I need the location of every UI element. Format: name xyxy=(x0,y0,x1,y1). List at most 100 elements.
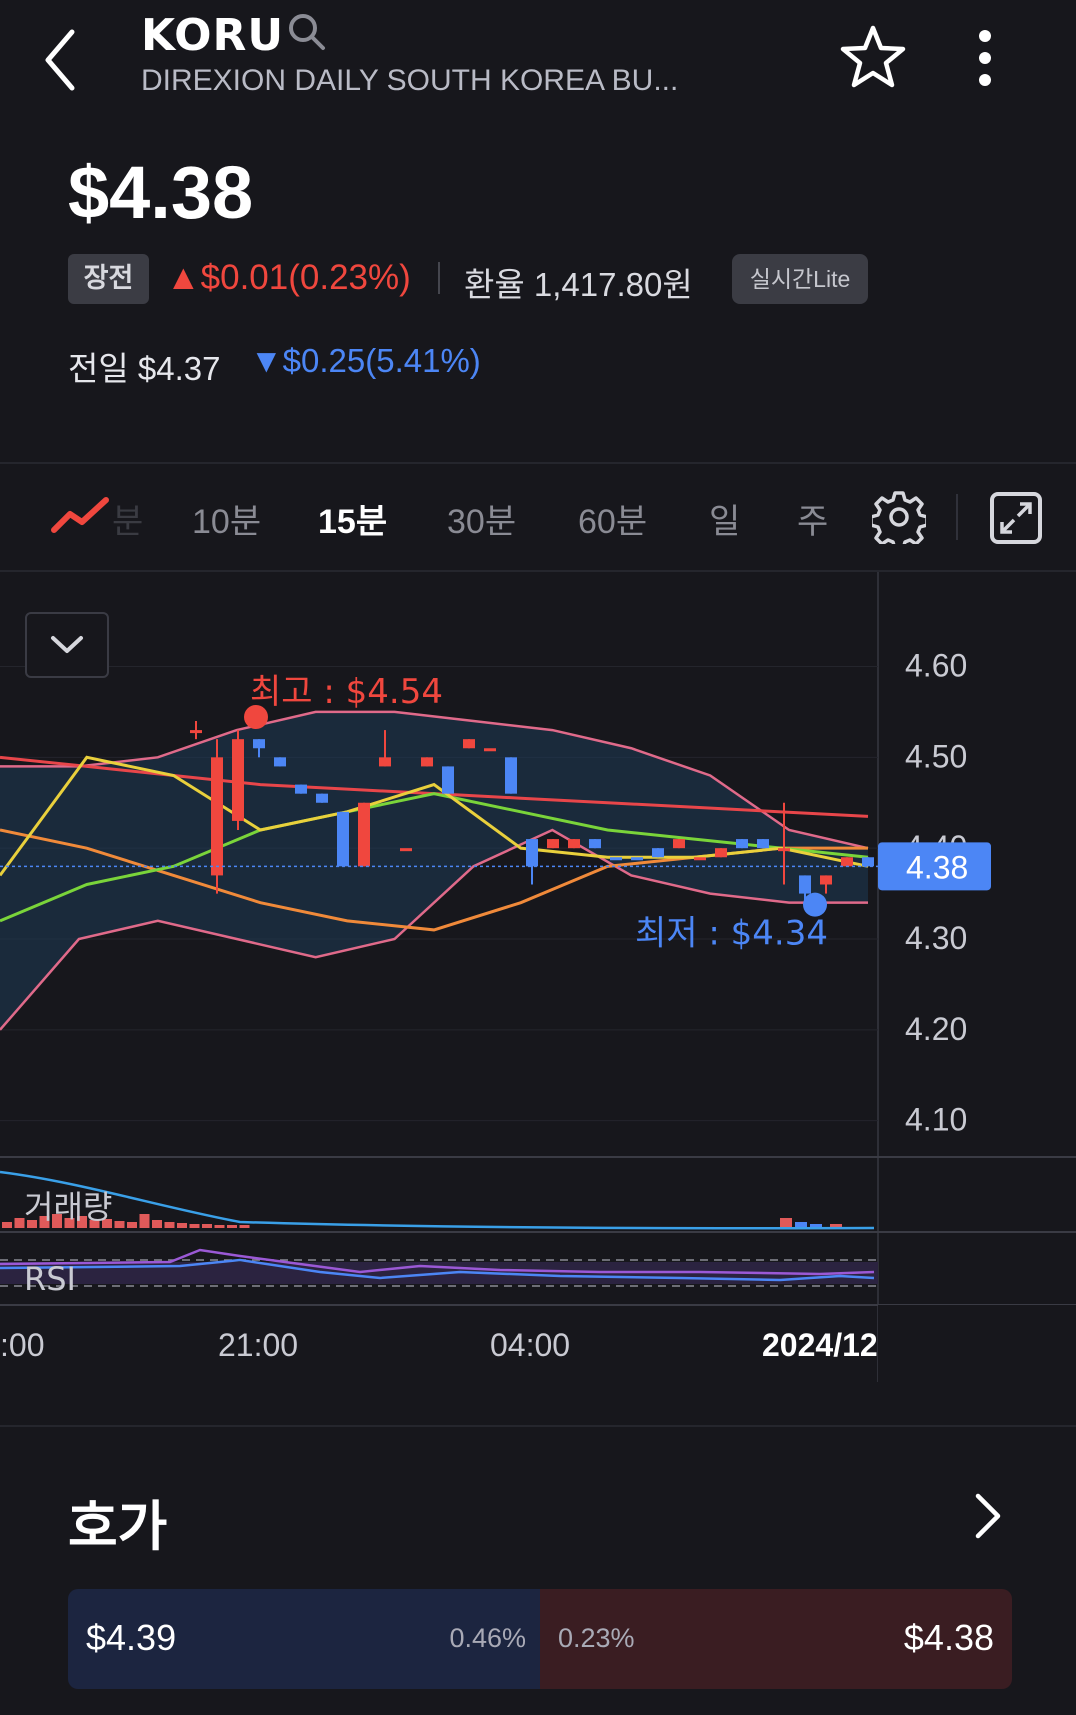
previous-change: ▼$0.25(5.41%) xyxy=(250,342,481,379)
candle-body xyxy=(463,739,475,749)
chevron-down-icon xyxy=(51,636,83,653)
x-tick-label: 2024/12 xyxy=(762,1327,878,1363)
more-vertical-icon xyxy=(979,30,991,86)
bid-side: 0.23% $4.38 xyxy=(540,1589,1012,1689)
x-axis-mask xyxy=(878,1305,1076,1382)
high-label: 최고 : $4.54 xyxy=(250,672,443,712)
candle-body xyxy=(211,757,223,876)
more-options-button[interactable] xyxy=(970,28,1000,88)
candle-body xyxy=(778,848,790,852)
candle-body xyxy=(232,739,244,821)
price-chart[interactable]: 4.604.504.404.304.204.104.38 거래량 RSI :00… xyxy=(0,572,1076,1382)
volume-bar xyxy=(139,1214,150,1228)
candle-body xyxy=(484,748,496,752)
line-chart-icon xyxy=(51,497,109,533)
candle-body xyxy=(547,839,559,849)
candle-body xyxy=(862,857,874,867)
realtime-badge[interactable]: 실시간Lite xyxy=(732,254,868,304)
candle-body xyxy=(190,730,202,734)
back-arrow-icon xyxy=(45,29,75,91)
x-tick-label: :00 xyxy=(0,1327,44,1363)
search-icon[interactable] xyxy=(287,12,327,52)
volume-bar xyxy=(202,1224,212,1228)
candle-body xyxy=(379,757,391,767)
orderbook-bar[interactable]: $4.39 0.46% 0.23% $4.38 xyxy=(68,1589,1012,1689)
rsi-label: RSI xyxy=(24,1260,76,1298)
star-icon xyxy=(840,25,906,88)
divider xyxy=(438,262,440,294)
tabbar-divider xyxy=(956,494,958,540)
tab-week[interactable]: 주 xyxy=(797,494,828,543)
candle-body xyxy=(400,848,412,852)
favorite-button[interactable] xyxy=(838,24,908,90)
candle-body xyxy=(589,839,601,849)
x-tick-label: 21:00 xyxy=(218,1327,298,1363)
current-price-label: 4.38 xyxy=(906,849,968,885)
volume-bar xyxy=(127,1222,137,1228)
low-label: 최저 : $4.34 xyxy=(635,914,828,954)
tab-partial[interactable]: 분 xyxy=(112,494,143,543)
candle-body xyxy=(442,766,454,794)
chart-type-button[interactable] xyxy=(50,492,112,536)
gear-icon xyxy=(869,491,929,551)
session-badge: 장전 xyxy=(68,254,149,304)
tab-10min[interactable]: 10분 xyxy=(192,494,261,543)
volume-bar xyxy=(189,1224,200,1228)
ask-percent: 0.46% xyxy=(449,1623,526,1653)
chevron-right-icon xyxy=(975,1493,1001,1539)
chart-settings-button[interactable] xyxy=(869,490,929,551)
back-button[interactable] xyxy=(40,28,90,92)
fullscreen-button[interactable] xyxy=(990,492,1042,544)
candle-body xyxy=(253,739,265,749)
volume-bar xyxy=(227,1225,237,1228)
exchange-rate: 환율 1,417.80원 xyxy=(464,266,693,303)
interval-tabbar: 분 10분 15분 30분 60분 일 주 xyxy=(0,462,1076,572)
candle-body xyxy=(337,811,349,867)
volume-bar xyxy=(2,1222,12,1228)
ticker-symbol: KORU xyxy=(141,10,285,61)
ask-price: $4.39 xyxy=(86,1617,177,1658)
volume-bar xyxy=(14,1218,25,1228)
volume-bar xyxy=(164,1222,175,1228)
y-tick-label: 4.50 xyxy=(905,738,967,774)
candle-body xyxy=(715,848,727,858)
candle-body xyxy=(295,784,307,794)
indicator-toggle-button[interactable] xyxy=(25,612,109,678)
orderbook-title[interactable]: 호가 xyxy=(68,1482,167,1561)
volume-bar xyxy=(114,1221,125,1228)
expand-icon xyxy=(1000,502,1032,534)
candle-body xyxy=(568,839,580,849)
candle-body xyxy=(421,757,433,767)
candle-body xyxy=(694,857,706,861)
volume-bar xyxy=(177,1223,187,1228)
tab-day[interactable]: 일 xyxy=(709,494,740,543)
candle-body xyxy=(631,857,643,861)
y-tick-label: 4.20 xyxy=(905,1011,967,1047)
volume-ma-line xyxy=(0,1170,875,1230)
candle-body xyxy=(526,839,538,867)
candle-body xyxy=(358,802,370,867)
section-divider xyxy=(0,1425,1076,1427)
tab-30min[interactable]: 30분 xyxy=(447,494,516,543)
candle-body xyxy=(505,757,517,794)
tab-60min[interactable]: 60분 xyxy=(578,494,647,543)
chart-canvas[interactable]: 4.604.504.404.304.204.104.38 거래량 RSI :00… xyxy=(0,572,1076,1382)
app-header: KORU DIREXION DAILY SOUTH KOREA BU... xyxy=(0,0,1076,120)
candle-body xyxy=(610,857,622,861)
candle-body xyxy=(274,757,286,767)
instrument-full-name: DIREXION DAILY SOUTH KOREA BU... xyxy=(141,64,679,97)
candle-body xyxy=(652,848,664,858)
bid-price: $4.38 xyxy=(903,1617,994,1658)
tab-15min[interactable]: 15분 xyxy=(318,494,387,543)
orderbook-more-button[interactable] xyxy=(970,1492,1004,1540)
candle-body xyxy=(757,839,769,849)
candle-body xyxy=(820,875,832,885)
candle-body xyxy=(316,793,328,803)
current-price: $4.38 xyxy=(68,151,254,234)
y-tick-label: 4.30 xyxy=(905,920,967,956)
bid-percent: 0.23% xyxy=(558,1623,635,1653)
volume-bar xyxy=(152,1220,162,1228)
candle-body xyxy=(799,875,811,894)
candle-body xyxy=(736,839,748,849)
candle-body xyxy=(841,857,853,867)
